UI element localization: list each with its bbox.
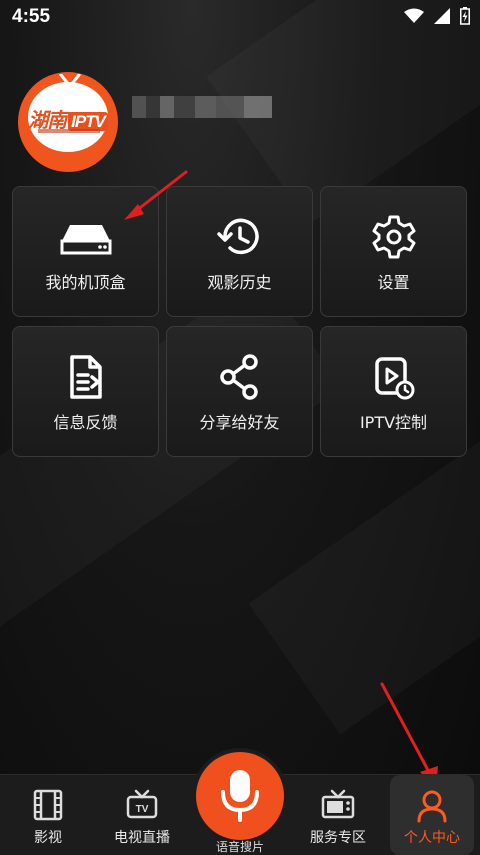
tile-label: 设置 — [377, 273, 410, 292]
share-icon — [219, 354, 258, 400]
tile-label: 观影历史 — [207, 273, 272, 292]
status-time: 4:55 — [12, 6, 51, 27]
nav-label: 电视直播 — [114, 830, 170, 846]
tv-icon: TV — [126, 789, 158, 819]
logo-slogan — [38, 129, 100, 133]
film-icon — [33, 789, 63, 821]
nav-item-profile[interactable]: 个人中心 — [390, 775, 474, 855]
svg-text:TV: TV — [136, 804, 149, 815]
person-icon — [417, 790, 447, 823]
nav-label: 服务专区 — [310, 830, 366, 846]
voice-search-label: 语音搜片 — [215, 840, 264, 854]
tile-settings[interactable]: 设置 — [320, 186, 467, 317]
nav-label: 影视 — [34, 830, 62, 846]
battery-icon — [460, 7, 470, 25]
nav-label: 个人中心 — [404, 830, 460, 846]
retro-tv-icon — [321, 789, 355, 819]
wifi-icon — [404, 8, 424, 23]
play-control-icon — [374, 357, 414, 400]
tile-label: 信息反馈 — [53, 413, 118, 432]
set-top-box-icon — [60, 225, 111, 255]
tile-label: 分享给好友 — [199, 413, 280, 432]
tile-share[interactable]: 分享给好友 — [166, 326, 313, 457]
gear-icon — [372, 215, 415, 259]
microphone-icon — [221, 770, 259, 822]
feedback-icon — [69, 355, 102, 399]
annotation-arrow — [124, 170, 188, 220]
avatar[interactable]: 湖南 IPTV — [18, 72, 118, 172]
status-bar: 4:55 — [0, 0, 480, 34]
tile-label: IPTV控制 — [359, 413, 428, 432]
status-icons — [404, 7, 470, 25]
username-blurred — [132, 96, 272, 118]
nav-item-movies[interactable]: 影视 — [6, 775, 90, 855]
history-icon — [216, 218, 259, 255]
tv-antenna-icon — [59, 74, 81, 88]
tile-label: 我的机顶盒 — [45, 273, 126, 292]
signal-icon — [434, 8, 450, 24]
nav-item-live-tv[interactable]: TV 电视直播 — [100, 775, 184, 855]
tile-feedback[interactable]: 信息反馈 — [12, 326, 159, 457]
voice-search-button[interactable] — [196, 752, 284, 840]
tile-iptv-control[interactable]: IPTV控制 — [320, 326, 467, 457]
nav-item-services[interactable]: 服务专区 — [296, 775, 380, 855]
